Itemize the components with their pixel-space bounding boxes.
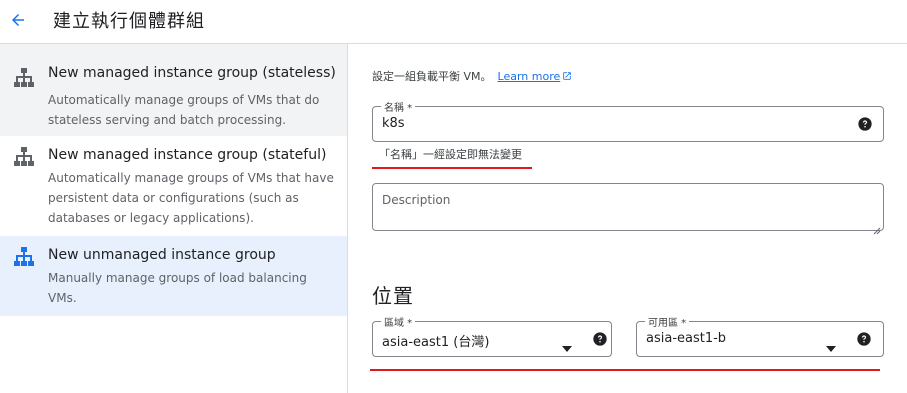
- instance-group-icon: [13, 67, 35, 89]
- instance-group-icon: [13, 146, 35, 168]
- region-value: asia-east1 (台灣): [382, 335, 490, 350]
- intro-text: 設定一組負載平衡 VM。: [372, 70, 492, 83]
- option-description: Automatically manage groups of VMs that …: [48, 93, 320, 127]
- form-intro: 設定一組負載平衡 VM。 Learn more: [372, 68, 572, 84]
- option-title: New managed instance group (stateless): [48, 65, 336, 81]
- option-managed-stateless[interactable]: New managed instance group (stateless) A…: [0, 44, 347, 136]
- zone-value: asia-east1-b: [646, 331, 727, 346]
- zone-select[interactable]: 可用區 * asia-east1-b: [636, 314, 884, 357]
- help-icon[interactable]: [857, 116, 873, 132]
- learn-more-label: Learn more: [497, 70, 561, 83]
- external-link-icon: [562, 71, 572, 84]
- resize-handle-icon[interactable]: [873, 220, 881, 235]
- help-icon[interactable]: [856, 331, 872, 347]
- page-title: 建立執行個體群組: [53, 11, 205, 32]
- name-label: 名稱 *: [381, 99, 416, 114]
- back-arrow-icon[interactable]: [4, 6, 32, 34]
- region-label: 區域 *: [381, 314, 416, 329]
- page-header: 建立執行個體群組: [0, 0, 907, 44]
- option-title: New managed instance group (stateful): [48, 147, 327, 163]
- dropdown-caret-icon: [562, 337, 572, 352]
- option-description: Automatically manage groups of VMs that …: [48, 171, 334, 225]
- annotation-underline: [370, 369, 880, 371]
- learn-more-link[interactable]: Learn more: [498, 70, 573, 83]
- description-field[interactable]: [372, 183, 884, 235]
- region-select[interactable]: 區域 * asia-east1 (台灣): [372, 314, 612, 357]
- instance-group-type-list: New managed instance group (stateless) A…: [0, 44, 348, 393]
- option-managed-stateful[interactable]: New managed instance group (stateful) Au…: [0, 136, 347, 236]
- name-field[interactable]: 名稱 * k8s: [372, 99, 884, 142]
- option-description: Manually manage groups of load balancing…: [48, 271, 307, 305]
- annotation-underline: [372, 167, 532, 169]
- instance-group-icon: [13, 246, 35, 268]
- name-hint: 「名稱」一經設定即無法變更: [379, 148, 522, 161]
- option-title: New unmanaged instance group: [48, 247, 276, 263]
- zone-label: 可用區 *: [645, 314, 690, 329]
- description-input[interactable]: [373, 184, 883, 230]
- instance-group-form: 設定一組負載平衡 VM。 Learn more 名稱 * k8s 「名稱」一經設定…: [349, 44, 907, 393]
- location-section-title: 位置: [372, 284, 414, 308]
- name-value: k8s: [382, 116, 405, 131]
- option-unmanaged[interactable]: New unmanaged instance group Manually ma…: [0, 236, 347, 316]
- help-icon[interactable]: [592, 331, 608, 347]
- dropdown-caret-icon: [826, 337, 836, 352]
